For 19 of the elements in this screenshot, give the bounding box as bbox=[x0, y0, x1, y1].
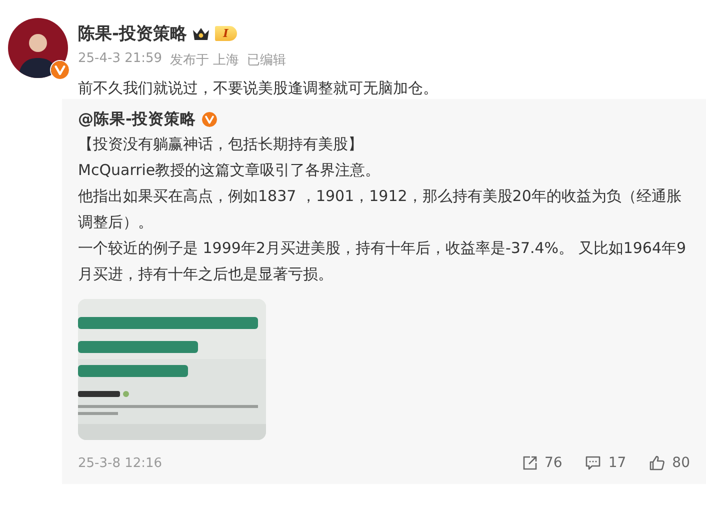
crown-icon bbox=[192, 26, 210, 42]
post-text: 前不久我们就说过，不要说美股逢调整就可无脑加仓。 bbox=[78, 79, 438, 98]
repost-text: 他指出如果买在高点，例如1837 ，1901，1912，那么持有美股20年的收益为负（经通胀调整后）。 bbox=[78, 186, 682, 233]
member-level-badge: I bbox=[215, 26, 238, 41]
repost-text: McQuarrie教授的这篇文章吸引了各界注意。 bbox=[78, 160, 382, 181]
post-time: 25-4-3 21:59 bbox=[78, 51, 162, 68]
repost-author[interactable]: @陈果-投资策略 bbox=[78, 107, 196, 131]
like-button[interactable]: 80 bbox=[648, 454, 690, 472]
share-button[interactable]: 76 bbox=[520, 454, 562, 472]
like-icon bbox=[648, 454, 666, 472]
share-icon bbox=[520, 454, 539, 472]
post-location: 发布于 上海 bbox=[170, 52, 240, 69]
comment-button[interactable]: 17 bbox=[584, 454, 626, 472]
comment-icon bbox=[584, 454, 602, 472]
edited-label: 已编辑 bbox=[247, 52, 286, 69]
repost-text: 【投资没有躺赢神话，包括长期持有美股】 bbox=[78, 134, 364, 155]
repost-time: 25-3-8 12:16 bbox=[78, 456, 162, 470]
author-name[interactable]: 陈果-投资策略 bbox=[78, 22, 188, 45]
repost-text: 一个较近的例子是 1999年2月买进美股，持有十年后，收益率是-37.4%。 又比如1964年9月买进，持有十年之后也是显著亏损。 bbox=[78, 238, 688, 285]
